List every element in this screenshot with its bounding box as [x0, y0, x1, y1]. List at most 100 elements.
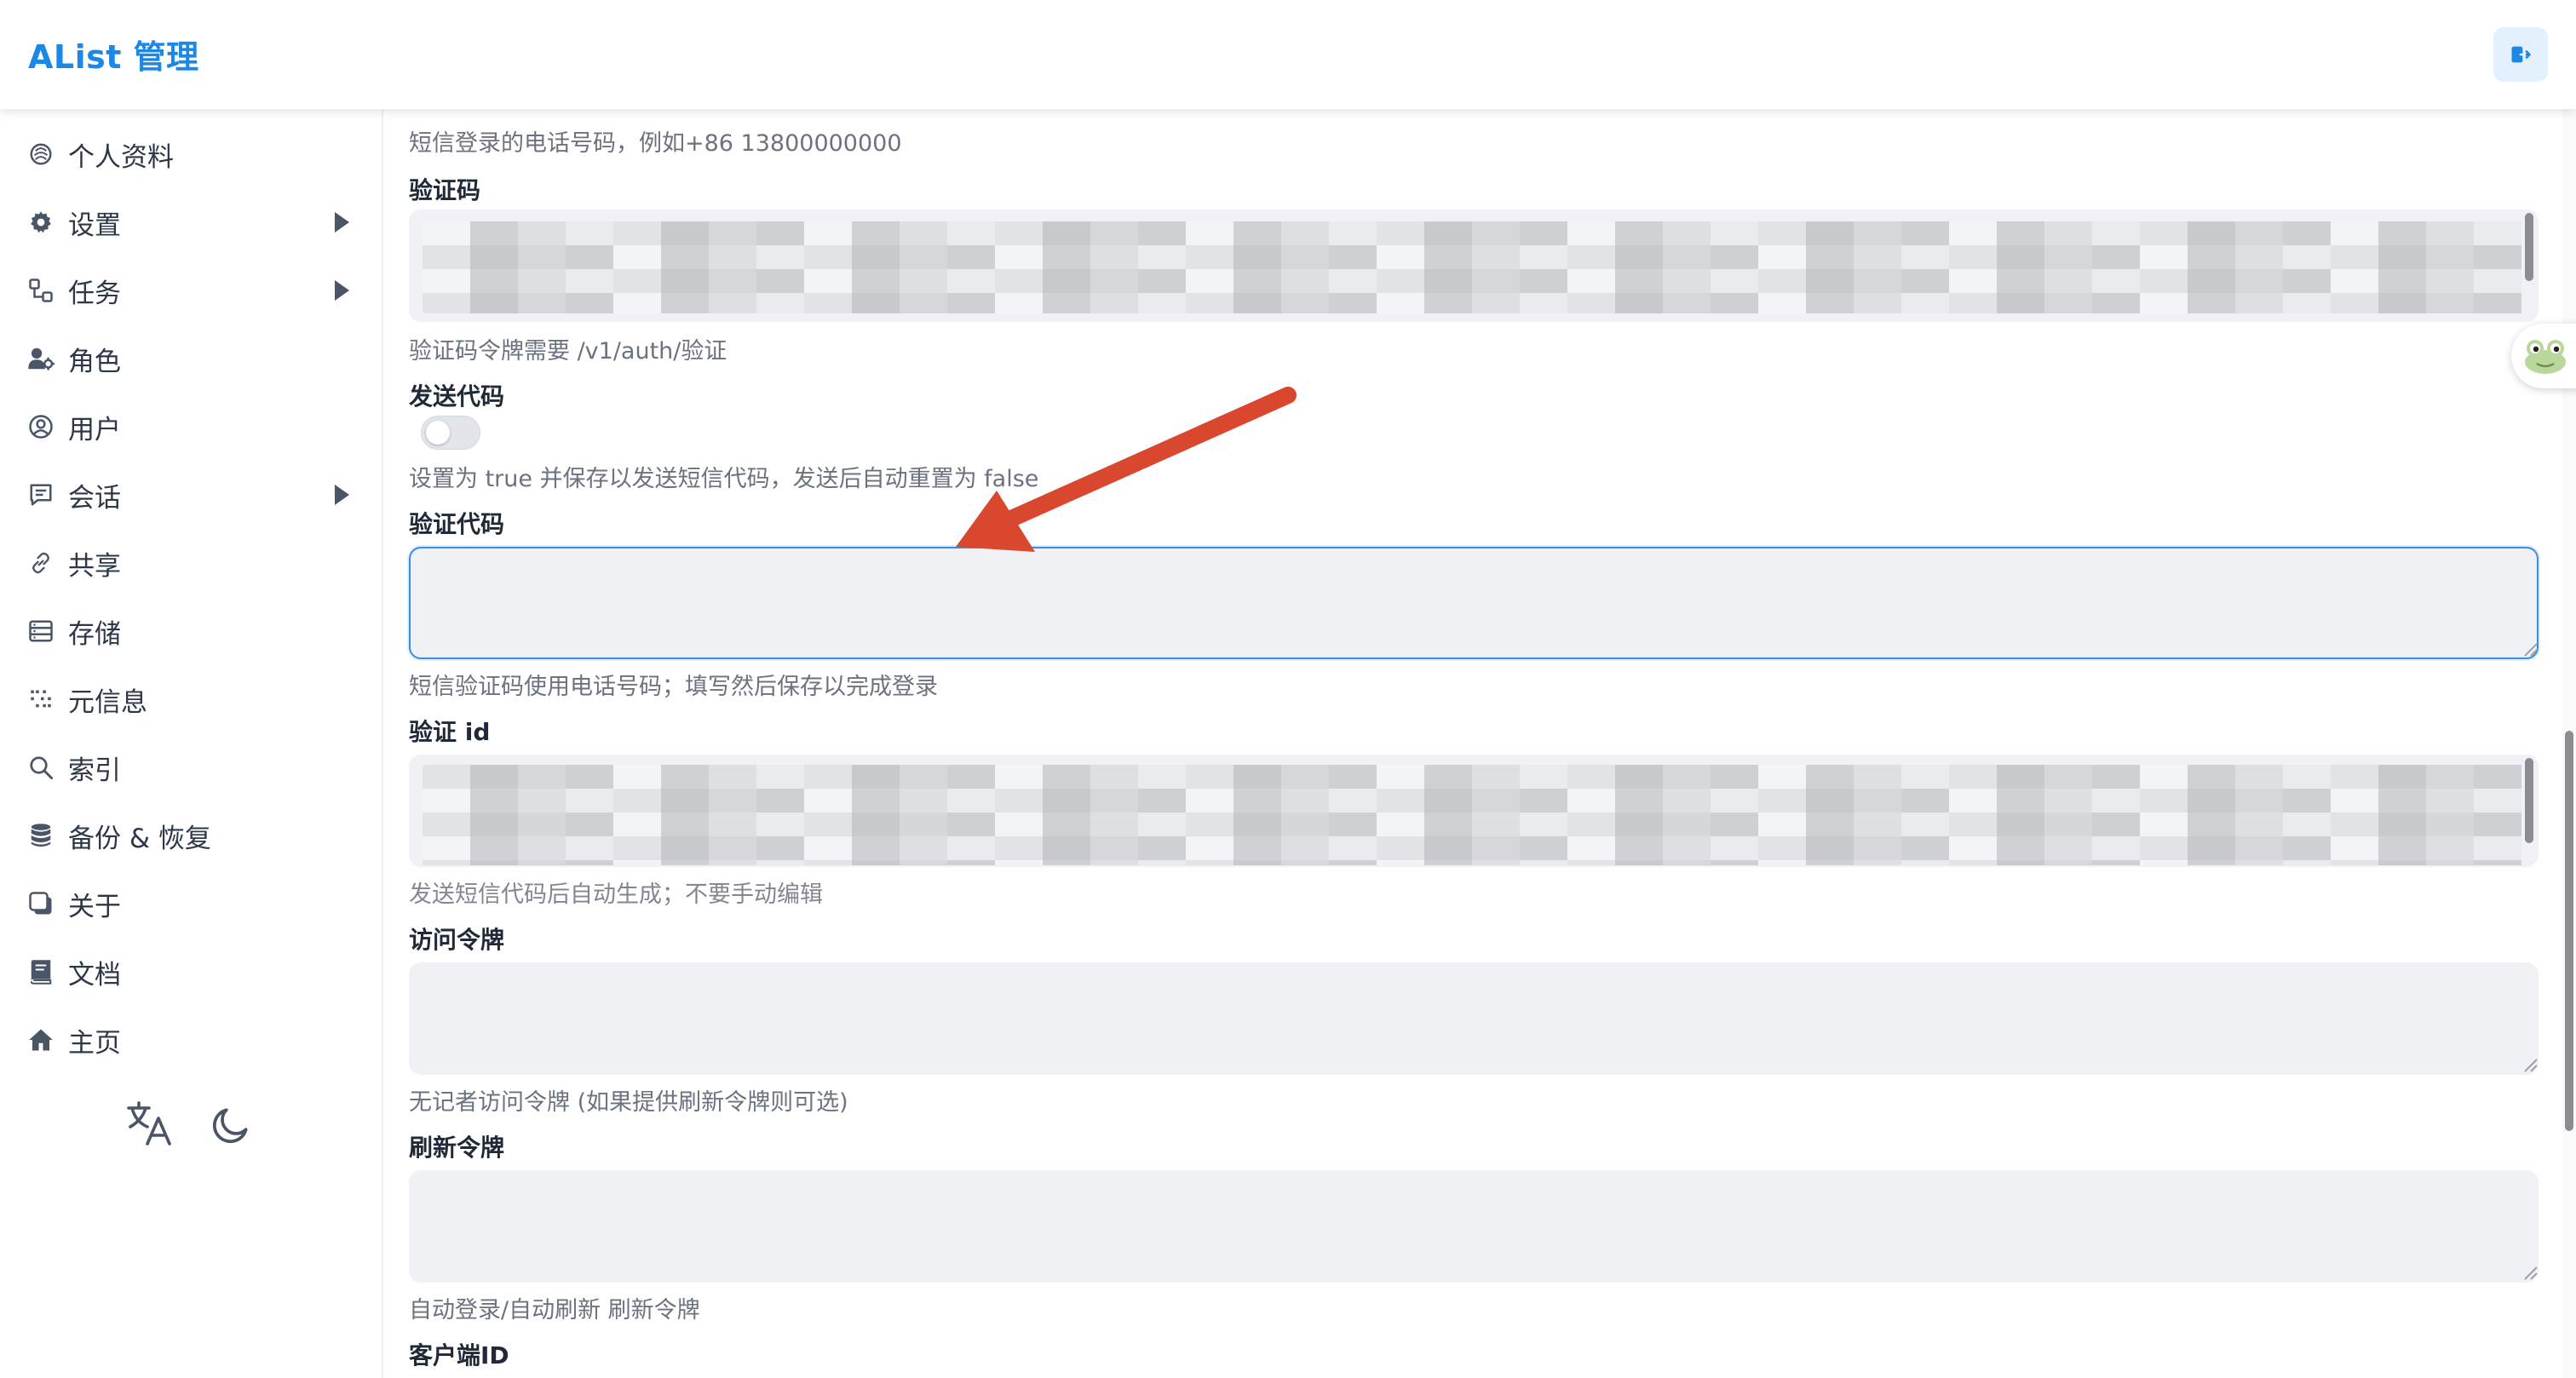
redacted-pixel	[1854, 245, 1901, 269]
app-title[interactable]: AList 管理	[28, 31, 199, 78]
redacted-pixel	[1711, 293, 1758, 313]
redacted-pixel	[2378, 860, 2426, 865]
redacted-pixel	[470, 860, 518, 865]
logout-button[interactable]	[2493, 27, 2548, 82]
redacted-pixel	[1281, 812, 1329, 836]
resize-grip-icon[interactable]	[2521, 640, 2539, 657]
redacted-pixel	[1377, 269, 1424, 293]
redacted-pixel	[613, 245, 661, 269]
redacted-pixel	[2092, 765, 2140, 789]
redacted-pixel	[1090, 860, 1138, 865]
verify-code-textarea[interactable]	[409, 547, 2539, 659]
redacted-pixel	[1758, 812, 1806, 836]
redacted-pixel	[1854, 221, 1901, 245]
redacted-pixel	[423, 269, 470, 293]
redacted-pixel	[1233, 860, 1281, 865]
sidebar-item-sessions[interactable]: 会话	[0, 465, 383, 525]
redacted-pixel	[518, 293, 566, 313]
redacted-pixel	[756, 812, 804, 836]
sidebar-item-settings[interactable]: 设置	[0, 192, 383, 252]
redacted-pixel	[852, 789, 900, 812]
redacted-pixel	[2378, 293, 2426, 313]
redacted-pixel	[709, 789, 756, 812]
sidebar-item-tasks[interactable]: 任务	[0, 261, 383, 320]
redacted-pixel	[995, 293, 1043, 313]
redacted-pixel	[1377, 245, 1424, 269]
verify-id-scrollbar[interactable]	[2525, 758, 2533, 843]
redacted-pixel	[995, 836, 1043, 860]
redacted-pixel	[2426, 789, 2474, 812]
redacted-pixel	[1711, 221, 1758, 245]
redacted-pixel	[613, 812, 661, 836]
redacted-pixel	[1567, 812, 1615, 836]
sidebar-item-shares[interactable]: 共享	[0, 533, 383, 593]
refresh-token-textarea[interactable]	[409, 1170, 2539, 1283]
floating-helper-button[interactable]	[2511, 324, 2576, 388]
redacted-pixel	[2474, 293, 2521, 313]
access-token-hint: 无记者访问令牌 (如果提供刷新令牌则可选)	[409, 1089, 848, 1116]
language-button[interactable]	[124, 1099, 175, 1150]
redacted-pixel	[661, 269, 709, 293]
redacted-pixel	[1472, 836, 1520, 860]
redacted-pixel	[2331, 789, 2378, 812]
sidebar-item-metas[interactable]: 元信息	[0, 669, 383, 729]
redacted-pixel	[1615, 860, 1663, 865]
redacted-pixel	[2140, 293, 2188, 313]
redacted-pixel	[2188, 245, 2235, 269]
redacted-pixel	[1281, 245, 1329, 269]
send-code-toggle[interactable]	[421, 416, 480, 450]
redacted-pixel	[2235, 293, 2283, 313]
redacted-pixel	[900, 765, 947, 789]
theme-toggle-button[interactable]	[206, 1099, 257, 1150]
sidebar-item-users[interactable]: 用户	[0, 397, 383, 456]
access-token-textarea[interactable]	[409, 962, 2539, 1075]
redacted-pixel	[1043, 860, 1090, 865]
refresh-token-label: 刷新令牌	[409, 1134, 505, 1162]
redacted-pixel	[2188, 269, 2235, 293]
page-scrollbar-thumb[interactable]	[2565, 731, 2573, 1131]
resize-grip-icon[interactable]	[2521, 1264, 2539, 1281]
sidebar-item-roles[interactable]: 角色	[0, 329, 383, 388]
redacted-pixel	[661, 221, 709, 245]
redacted-pixel	[2283, 765, 2331, 789]
redacted-pixel	[1520, 221, 1567, 245]
redacted-pixel	[1663, 245, 1711, 269]
redacted-pixel	[1043, 245, 1090, 269]
sidebar-item-backup-restore[interactable]: 备份 & 恢复	[0, 806, 383, 865]
redacted-pixel	[1806, 765, 1854, 789]
resize-grip-icon[interactable]	[2521, 1056, 2539, 1073]
sidebar-item-label: 主页	[68, 1027, 121, 1059]
redacted-pixel	[1090, 245, 1138, 269]
redacted-pixel	[1615, 269, 1663, 293]
redacted-pixel	[852, 812, 900, 836]
redacted-pixel	[423, 860, 470, 865]
redacted-pixel	[804, 245, 852, 269]
redacted-pixel	[2331, 293, 2378, 313]
redacted-pixel	[1663, 765, 1711, 789]
captcha-textarea[interactable]	[409, 210, 2539, 322]
redacted-pixel	[709, 245, 756, 269]
sidebar-item-profile[interactable]: 个人资料	[0, 124, 383, 184]
redacted-pixel	[613, 860, 661, 865]
sidebar-item-about[interactable]: 关于	[0, 874, 383, 933]
redacted-pixel	[1377, 836, 1424, 860]
redacted-pixel	[1043, 293, 1090, 313]
frog-icon	[2525, 340, 2566, 374]
sidebar-item-home[interactable]: 主页	[0, 1010, 383, 1070]
redacted-pixel	[2426, 860, 2474, 865]
redacted-pixel	[1663, 221, 1711, 245]
redacted-pixel	[1377, 789, 1424, 812]
redacted-pixel	[756, 836, 804, 860]
redacted-pixel	[2283, 860, 2331, 865]
redacted-pixel	[2092, 293, 2140, 313]
sidebar-item-docs[interactable]: 文档	[0, 942, 383, 1002]
redacted-pixel	[1329, 836, 1377, 860]
redacted-pixel	[2092, 860, 2140, 865]
sidebar-item-storages[interactable]: 存储	[0, 601, 383, 661]
redacted-pixel	[518, 221, 566, 245]
redacted-pixel	[1711, 789, 1758, 812]
sidebar-item-indexes[interactable]: 索引	[0, 738, 383, 797]
verify-id-textarea[interactable]	[409, 755, 2539, 867]
redacted-captcha-value	[423, 221, 2525, 313]
captcha-scrollbar[interactable]	[2525, 213, 2533, 281]
